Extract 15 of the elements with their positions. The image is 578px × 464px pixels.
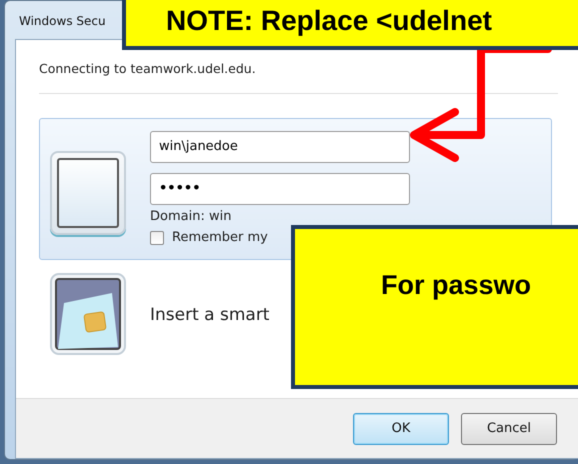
smart-card-label: Insert a smart [150, 304, 270, 326]
remember-label: Remember my [172, 228, 268, 247]
password-field[interactable]: ••••• [150, 172, 410, 205]
dialog-button[interactable]: OK [353, 412, 449, 444]
user-picture-icon [50, 150, 126, 235]
username-field[interactable]: win\janedoe [150, 130, 410, 163]
note-tooltip: NOTE: Replace <udelnet [122, 0, 578, 50]
domain-label: Domain: win [150, 208, 232, 224]
credential-tile[interactable]: Insert a smart [39, 272, 280, 358]
remember-checkbox[interactable] [150, 230, 164, 244]
dialog-button[interactable]: Cancel [461, 412, 557, 444]
smart-card-icon [50, 273, 126, 358]
note-tooltip: For passwo [291, 225, 578, 389]
connection-message: Connecting to teamwork.udel.edu. [39, 60, 257, 78]
window-title: Windows Secu [19, 13, 106, 30]
